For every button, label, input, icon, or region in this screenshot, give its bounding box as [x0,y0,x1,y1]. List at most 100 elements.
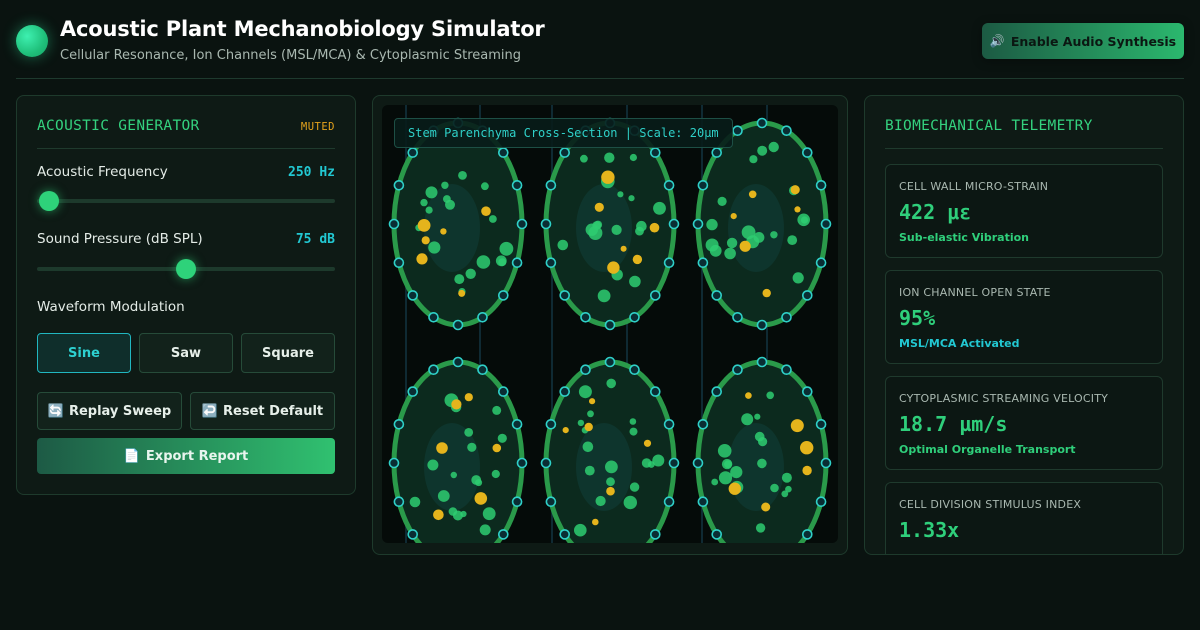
page-subtitle: Cellular Resonance, Ion Channels (MSL/MC… [60,48,521,63]
generator-title: ACOUSTIC GENERATOR [37,118,200,134]
chloroplast [628,195,635,202]
chloroplast [489,215,497,223]
cell-cross-section-view[interactable]: Stem Parenchyma Cross-Section | Scale: 2… [382,105,838,543]
chloroplast [464,428,474,437]
membrane-node [663,180,675,191]
chloroplast [420,198,428,207]
membrane-node [393,257,405,268]
membrane-node [732,312,743,323]
amyloplast [607,261,620,274]
chloroplast [467,442,477,452]
membrane-node [516,218,528,230]
membrane-node [393,180,405,191]
amyloplast [606,486,615,496]
page-title: Acoustic Plant Mechanobiology Simulator [60,17,545,41]
amyloplast [594,202,604,212]
chloroplast [425,206,433,214]
membrane-node [388,457,400,469]
membrane-node [498,147,509,158]
chloroplast [592,221,602,230]
chloroplast [595,495,606,507]
frequency-slider[interactable] [37,191,335,211]
amyloplast [761,502,771,512]
pressure-slider[interactable] [37,259,335,279]
pressure-value: 75 dB [295,232,335,247]
waveform-square-button[interactable]: Square [241,333,335,373]
amyloplast [794,206,801,213]
amyloplast [790,419,804,433]
membrane-node [393,418,405,430]
amyloplast [748,190,757,199]
telemetry-card-streaming: CYTOPLASMIC STREAMING VELOCITY 18.7 µm/s… [885,376,1163,470]
amyloplast [790,185,800,195]
frequency-slider-thumb[interactable] [38,191,59,211]
enable-audio-button[interactable]: 🔊 Enable Audio Synthesis [982,23,1184,59]
membrane-node [781,364,792,376]
membrane-node [756,117,768,129]
membrane-node [711,386,723,397]
chloroplast [448,507,458,516]
chloroplast [497,433,507,443]
amyloplast [481,206,491,216]
replay-sweep-button[interactable]: 🔄 Replay Sweep [37,392,182,430]
amyloplast [592,518,599,526]
membrane-node [545,180,557,191]
amyloplast [416,253,428,265]
chloroplast [730,466,743,479]
enable-audio-label: Enable Audio Synthesis [1010,33,1177,49]
cross-section-label: Stem Parenchyma Cross-Section | Scale: 2… [394,118,733,148]
chloroplast [479,524,491,536]
membrane-node [815,418,827,430]
chloroplast [605,460,618,474]
membrane-node [559,147,570,158]
chloroplast [582,441,594,453]
chloroplast [757,145,768,156]
membrane-node [711,290,723,301]
pressure-label: Sound Pressure (dB SPL) [37,231,203,247]
amyloplast [421,236,430,245]
amyloplast [584,422,593,432]
reset-default-button[interactable]: ↩️ Reset Default [190,392,335,430]
waveform-sine-button[interactable]: Sine [37,333,131,373]
membrane-node [452,356,464,368]
amyloplast [800,441,814,455]
card-value: 18.7 µm/s [899,412,1008,436]
membrane-node [545,496,557,508]
amyloplast [643,439,652,447]
chloroplast [557,239,569,251]
telemetry-header: BIOMECHANICAL TELEMETRY [885,118,1163,149]
chloroplast [492,405,502,415]
chloroplast [653,201,666,215]
amyloplast [451,399,462,410]
waveform-saw-button[interactable]: Saw [139,333,233,373]
chloroplast [787,235,798,246]
chloroplast [629,153,637,162]
chloroplast [606,477,615,487]
amyloplast [417,219,431,232]
telemetry-card-ion-channel: ION CHANNEL OPEN STATE 95% MSL/MCA Activ… [885,270,1163,364]
chloroplast [754,413,761,420]
chloroplast [578,385,592,399]
generator-header: ACOUSTIC GENERATOR MUTED [37,118,335,149]
export-report-label: Export Report [145,448,249,464]
membrane-node [697,496,709,508]
membrane-node [732,125,743,137]
chloroplast [770,483,779,493]
export-report-button[interactable]: 📄 Export Report [37,438,335,474]
amyloplast [458,289,466,297]
chloroplast [437,490,450,502]
chloroplast [717,196,727,206]
amyloplast [632,254,643,265]
membrane-node [781,312,792,323]
card-label: CELL WALL MICRO-STRAIN [899,180,1049,193]
pressure-slider-thumb[interactable] [176,259,196,279]
membrane-node [711,529,723,540]
membrane-node [801,386,813,397]
card-value: 95% [899,306,936,330]
telemetry-title: BIOMECHANICAL TELEMETRY [885,118,1093,134]
card-label: CYTOPLASMIC STREAMING VELOCITY [899,392,1109,405]
membrane-node [668,218,680,230]
membrane-node [756,356,768,368]
membrane-node [815,180,827,191]
membrane-node [711,147,723,158]
